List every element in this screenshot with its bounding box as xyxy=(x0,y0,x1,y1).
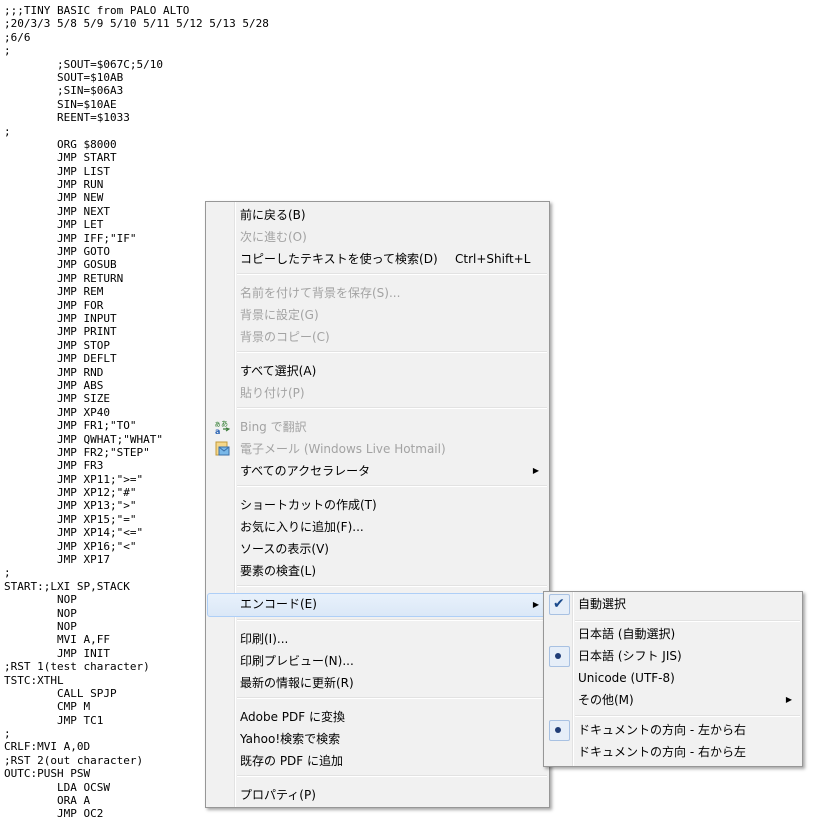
menu-item-label: お気に入りに追加(F)... xyxy=(240,520,364,534)
menu-item-adobe-pdf[interactable]: Adobe PDF に変換 xyxy=(208,706,547,728)
menu-item-properties[interactable]: プロパティ(P) xyxy=(208,784,547,806)
menu-item-label: エンコード(E) xyxy=(240,597,317,611)
code-line: ;;;TINY BASIC from PALO ALTO xyxy=(4,4,190,17)
chevron-right-icon: ▶ xyxy=(532,600,539,609)
submenu-item-direction-rtl[interactable]: ドキュメントの方向 - 右から左 xyxy=(546,741,800,763)
submenu-item-label: 日本語 (シフト JIS) xyxy=(578,649,682,663)
code-line: ORG $8000 xyxy=(4,137,117,151)
menu-item-create-shortcut[interactable]: ショートカットの作成(T) xyxy=(208,494,547,516)
menu-item-print-preview[interactable]: 印刷プレビュー(N)... xyxy=(208,650,547,672)
menu-item-label: 印刷(I)... xyxy=(240,632,289,646)
code-line: JMP RUN xyxy=(4,178,104,192)
submenu-item-label: Unicode (UTF-8) xyxy=(578,671,675,685)
menu-item-label: 名前を付けて背景を保存(S)... xyxy=(240,286,401,300)
menu-item-yahoo-search[interactable]: Yahoo!検索で検索 xyxy=(208,728,547,750)
menu-item-view-source[interactable]: ソースの表示(V) xyxy=(208,538,547,560)
menu-item-add-favorites[interactable]: お気に入りに追加(F)... xyxy=(208,516,547,538)
menu-item-label: すべてのアクセラレータ xyxy=(240,464,371,478)
menu-separator xyxy=(237,273,547,275)
code-line: ; xyxy=(4,124,11,138)
menu-separator xyxy=(575,715,800,717)
code-line: ;SIN=$06A3 xyxy=(4,84,124,98)
menu-item-label: Yahoo!検索で検索 xyxy=(240,732,341,746)
menu-item-label: 前に戻る(B) xyxy=(240,208,306,222)
code-line: SOUT=$10AB xyxy=(4,70,124,84)
menu-item-all-accelerators[interactable]: すべてのアクセラレータ ▶ xyxy=(208,460,547,482)
code-line: ;6/6 xyxy=(4,30,31,44)
code-line: ;SOUT=$067C;5/10 xyxy=(4,57,163,71)
bullet-icon xyxy=(555,727,561,733)
menu-item-refresh[interactable]: 最新の情報に更新(R) xyxy=(208,672,547,694)
menu-item-forward[interactable]: 次に進む(O) xyxy=(208,226,547,248)
chevron-right-icon: ▶ xyxy=(785,695,792,704)
menu-item-search-copied-text[interactable]: コピーしたテキストを使って検索(D) Ctrl+Shift+L xyxy=(208,248,547,270)
code-line: JMP LIST xyxy=(4,164,110,178)
bullet-icon xyxy=(555,653,561,659)
submenu-item-unicode-utf8[interactable]: Unicode (UTF-8) xyxy=(546,667,800,689)
menu-separator xyxy=(237,351,547,353)
menu-item-label: 要素の検査(L) xyxy=(240,564,317,578)
shortcut-text: Ctrl+Shift+L xyxy=(455,252,531,266)
menu-item-back[interactable]: 前に戻る(B) xyxy=(208,204,547,226)
submenu-item-label: その他(M) xyxy=(578,693,634,707)
submenu-item-label: ドキュメントの方向 - 右から左 xyxy=(578,745,746,759)
submenu-item-other[interactable]: その他(M) ▶ xyxy=(546,689,800,711)
menu-item-label: 背景に設定(G) xyxy=(240,308,319,322)
menu-item-save-background[interactable]: 名前を付けて背景を保存(S)... xyxy=(208,282,547,304)
menu-item-label: 電子メール (Windows Live Hotmail) xyxy=(240,442,446,456)
chevron-right-icon: ▶ xyxy=(532,466,539,475)
menu-item-email[interactable]: 電子メール (Windows Live Hotmail) xyxy=(208,438,547,460)
code-line: JMP START xyxy=(4,151,117,165)
menu-item-label: プロパティ(P) xyxy=(240,788,316,802)
menu-separator xyxy=(237,485,547,487)
submenu-item-label: 日本語 (自動選択) xyxy=(578,627,676,641)
submenu-item-direction-ltr[interactable]: ドキュメントの方向 - 左から右 xyxy=(546,719,800,741)
code-line: ;20/3/3 5/8 5/9 5/10 5/11 5/12 5/13 5/28 xyxy=(4,17,269,31)
menu-item-set-background[interactable]: 背景に設定(G) xyxy=(208,304,547,326)
menu-item-bing-translate[interactable]: ぁあ a Bing で翻訳 xyxy=(208,416,547,438)
menu-item-label: ソースの表示(V) xyxy=(240,542,329,556)
menu-separator xyxy=(237,619,547,621)
menu-item-inspect-element[interactable]: 要素の検査(L) xyxy=(208,560,547,582)
menu-item-label: 背景のコピー(C) xyxy=(240,330,330,344)
check-icon: ✔ xyxy=(553,596,565,612)
menu-item-label: ショートカットの作成(T) xyxy=(240,498,377,512)
code-line: SIN=$10AE xyxy=(4,97,117,111)
menu-item-label: 最新の情報に更新(R) xyxy=(240,676,354,690)
submenu-item-label: 自動選択 xyxy=(578,597,627,611)
menu-item-copy-background[interactable]: 背景のコピー(C) xyxy=(208,326,547,348)
menu-item-label: コピーしたテキストを使って検索(D) xyxy=(240,252,438,266)
menu-item-label: 印刷プレビュー(N)... xyxy=(240,654,354,668)
translate-icon: ぁあ a xyxy=(214,420,230,435)
menu-item-add-existing-pdf[interactable]: 既存の PDF に追加 xyxy=(208,750,547,772)
menu-item-select-all[interactable]: すべて選択(A) xyxy=(208,360,547,382)
svg-text:a: a xyxy=(215,427,220,435)
menu-item-print[interactable]: 印刷(I)... xyxy=(208,628,547,650)
submenu-item-auto-select[interactable]: ✔ 自動選択 xyxy=(546,593,800,615)
menu-item-paste[interactable]: 貼り付け(P) xyxy=(208,382,547,404)
menu-item-label: 貼り付け(P) xyxy=(240,386,305,400)
menu-separator xyxy=(237,407,547,409)
submenu-item-japanese-auto[interactable]: 日本語 (自動選択) xyxy=(546,623,800,645)
menu-item-label: すべて選択(A) xyxy=(240,364,317,378)
email-icon xyxy=(215,441,230,456)
menu-separator xyxy=(575,620,800,622)
code-line: REENT=$1033 xyxy=(4,111,130,125)
encoding-submenu: ✔ 自動選択 日本語 (自動選択) 日本語 (シフト JIS) Unicode … xyxy=(543,591,803,767)
context-menu: 前に戻る(B) 次に進む(O) コピーしたテキストを使って検索(D) Ctrl+S… xyxy=(205,201,550,808)
menu-item-label: 次に進む(O) xyxy=(240,230,307,244)
code-line: ; xyxy=(4,44,11,58)
menu-item-label: 既存の PDF に追加 xyxy=(240,754,344,768)
menu-separator xyxy=(237,697,547,699)
submenu-item-label: ドキュメントの方向 - 左から右 xyxy=(578,723,746,737)
menu-item-encoding[interactable]: エンコード(E) ▶ xyxy=(207,593,548,617)
menu-separator xyxy=(237,585,547,587)
menu-item-label: Bing で翻訳 xyxy=(240,420,307,434)
menu-separator xyxy=(237,775,547,777)
menu-item-label: Adobe PDF に変換 xyxy=(240,710,345,724)
submenu-item-japanese-shift-jis[interactable]: 日本語 (シフト JIS) xyxy=(546,645,800,667)
